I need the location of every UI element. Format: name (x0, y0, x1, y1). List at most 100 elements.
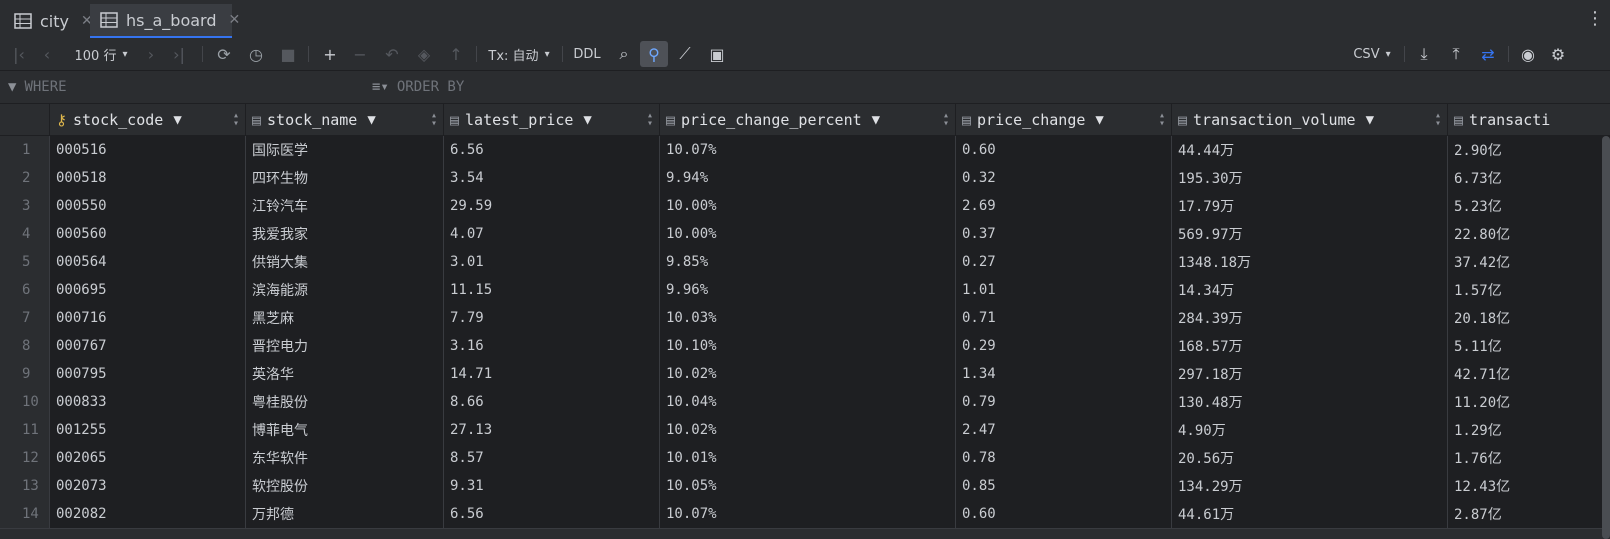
column-header-transaction-volume[interactable]: ▤ transaction_volume ▼ ▴ ▾ (1172, 104, 1448, 135)
cell-stock-name[interactable]: 万邦德 (246, 500, 444, 528)
cell-transaction-amount[interactable]: 1.57亿 (1448, 276, 1610, 304)
table-row[interactable]: 10 000833 粤桂股份 8.66 10.04% 0.79 130.48万 11.20亿 (0, 388, 1610, 417)
cell-price-change[interactable]: 0.60 (956, 500, 1172, 528)
prev-page-icon[interactable]: ‹ (36, 38, 58, 70)
cell-transaction-volume[interactable]: 195.30万 (1172, 164, 1448, 192)
cell-stock-name[interactable]: 粤桂股份 (246, 388, 444, 416)
cell-price-change-percent[interactable]: 10.02% (660, 360, 956, 388)
cell-price-change-percent[interactable]: 10.00% (660, 192, 956, 220)
cell-stock-code[interactable]: 002073 (50, 472, 246, 500)
cell-transaction-amount[interactable]: 1.29亿 (1448, 416, 1610, 444)
cell-stock-code[interactable]: 000767 (50, 332, 246, 360)
cell-price-change[interactable]: 0.71 (956, 304, 1172, 332)
cell-stock-name[interactable]: 博菲电气 (246, 416, 444, 444)
cell-latest-price[interactable]: 6.56 (444, 500, 660, 528)
cell-price-change[interactable]: 0.85 (956, 472, 1172, 500)
cell-latest-price[interactable]: 3.54 (444, 164, 660, 192)
cell-transaction-volume[interactable]: 44.44万 (1172, 136, 1448, 164)
cell-transaction-amount[interactable]: 1.76亿 (1448, 444, 1610, 472)
cell-price-change[interactable]: 0.29 (956, 332, 1172, 360)
cell-stock-name[interactable]: 江铃汽车 (246, 192, 444, 220)
search-icon[interactable]: ⌕ (612, 38, 636, 70)
cell-transaction-volume[interactable]: 297.18万 (1172, 360, 1448, 388)
cell-price-change[interactable]: 0.60 (956, 136, 1172, 164)
cell-price-change-percent[interactable]: 9.94% (660, 164, 956, 192)
transaction-mode-dropdown[interactable]: Tx: 自动 ▾ (486, 38, 552, 70)
rows-limit-dropdown[interactable]: 100 行 ▾ (68, 38, 134, 70)
last-page-icon[interactable]: ›| (168, 38, 190, 70)
cell-stock-code[interactable]: 000795 (50, 360, 246, 388)
sort-icon[interactable]: ▴ ▾ (431, 110, 437, 128)
cell-stock-name[interactable]: 滨海能源 (246, 276, 444, 304)
cell-price-change-percent[interactable]: 10.03% (660, 304, 956, 332)
cell-stock-name[interactable]: 黑芝麻 (246, 304, 444, 332)
tab-city[interactable]: city ✕ (4, 4, 93, 38)
cell-price-change[interactable]: 0.79 (956, 388, 1172, 416)
column-filter-icon[interactable]: ▼ (173, 112, 181, 128)
ddl-button[interactable]: DDL (570, 38, 604, 70)
tab-hs-a-board[interactable]: hs_a_board ✕ (90, 4, 240, 38)
upload-icon[interactable]: ⤒ (1444, 38, 1468, 70)
cell-transaction-volume[interactable]: 130.48万 (1172, 388, 1448, 416)
table-row[interactable]: 2 000518 四环生物 3.54 9.94% 0.32 195.30万 6.73亿 (0, 164, 1610, 193)
cell-transaction-volume[interactable]: 134.29万 (1172, 472, 1448, 500)
table-row[interactable]: 1 000516 国际医学 6.56 10.07% 0.60 44.44万 2.90亿 (0, 136, 1610, 165)
cell-latest-price[interactable]: 29.59 (444, 192, 660, 220)
sort-icon[interactable]: ▴ ▾ (1435, 110, 1441, 128)
cell-transaction-amount[interactable]: 6.73亿 (1448, 164, 1610, 192)
cell-stock-name[interactable]: 四环生物 (246, 164, 444, 192)
vertical-scrollbar[interactable] (1602, 136, 1610, 539)
cell-stock-code[interactable]: 000716 (50, 304, 246, 332)
cell-transaction-volume[interactable]: 1348.18万 (1172, 248, 1448, 276)
close-icon[interactable]: ✕ (228, 12, 240, 28)
next-page-icon[interactable]: › (140, 38, 162, 70)
cell-transaction-volume[interactable]: 284.39万 (1172, 304, 1448, 332)
column-header-price-change-percent[interactable]: ▤ price_change_percent ▼ ▴ ▾ (660, 104, 956, 135)
cell-price-change-percent[interactable]: 10.10% (660, 332, 956, 360)
sort-icon[interactable]: ▴ ▾ (943, 110, 949, 128)
cell-latest-price[interactable]: 3.01 (444, 248, 660, 276)
cell-latest-price[interactable]: 11.15 (444, 276, 660, 304)
cell-price-change[interactable]: 2.47 (956, 416, 1172, 444)
push-icon[interactable]: ↑ (444, 38, 468, 70)
reload-icon[interactable]: ⟳ (212, 38, 236, 70)
cell-price-change[interactable]: 2.69 (956, 192, 1172, 220)
cell-stock-code[interactable]: 000833 (50, 388, 246, 416)
cell-price-change-percent[interactable]: 10.05% (660, 472, 956, 500)
table-row[interactable]: 9 000795 英洛华 14.71 10.02% 1.34 297.18万 42.71亿 (0, 360, 1610, 389)
cell-stock-name[interactable]: 国际医学 (246, 136, 444, 164)
column-header-stock-code[interactable]: ⚷ stock_code ▼ ▴ ▾ (50, 104, 246, 135)
cell-transaction-volume[interactable]: 17.79万 (1172, 192, 1448, 220)
cell-transaction-amount[interactable]: 2.90亿 (1448, 136, 1610, 164)
sort-icon[interactable]: ▴ ▾ (233, 110, 239, 128)
cell-latest-price[interactable]: 27.13 (444, 416, 660, 444)
cell-price-change-percent[interactable]: 10.04% (660, 388, 956, 416)
cell-transaction-amount[interactable]: 5.11亿 (1448, 332, 1610, 360)
cell-latest-price[interactable]: 6.56 (444, 136, 660, 164)
where-filter-input[interactable]: ▼ WHERE (8, 71, 364, 103)
cell-transaction-volume[interactable]: 20.56万 (1172, 444, 1448, 472)
cell-price-change-percent[interactable]: 10.02% (660, 416, 956, 444)
table-row[interactable]: 11 001255 博菲电气 27.13 10.02% 2.47 4.90万 1.29亿 (0, 416, 1610, 445)
cell-stock-name[interactable]: 我爱我家 (246, 220, 444, 248)
cell-transaction-amount[interactable]: 11.20亿 (1448, 388, 1610, 416)
column-filter-icon[interactable]: ▼ (583, 112, 591, 128)
cell-price-change[interactable]: 0.78 (956, 444, 1172, 472)
cell-price-change-percent[interactable]: 10.01% (660, 444, 956, 472)
view-icon[interactable]: ◉ (1516, 38, 1540, 70)
cell-transaction-amount[interactable]: 5.23亿 (1448, 192, 1610, 220)
table-row[interactable]: 3 000550 江铃汽车 29.59 10.00% 2.69 17.79万 5.23亿 (0, 192, 1610, 221)
cell-stock-name[interactable]: 英洛华 (246, 360, 444, 388)
table-row[interactable]: 12 002065 东华软件 8.57 10.01% 0.78 20.56万 1.76亿 (0, 444, 1610, 473)
cell-price-change-percent[interactable]: 10.07% (660, 136, 956, 164)
sort-icon[interactable]: ▴ ▾ (1159, 110, 1165, 128)
cell-latest-price[interactable]: 4.07 (444, 220, 660, 248)
table-row[interactable]: 5 000564 供销大集 3.01 9.85% 0.27 1348.18万 37.42亿 (0, 248, 1610, 277)
cell-stock-code[interactable]: 000550 (50, 192, 246, 220)
column-header-latest-price[interactable]: ▤ latest_price ▼ ▴ ▾ (444, 104, 660, 135)
cell-transaction-volume[interactable]: 14.34万 (1172, 276, 1448, 304)
cell-price-change[interactable]: 1.01 (956, 276, 1172, 304)
column-header-stock-name[interactable]: ▤ stock_name ▼ ▴ ▾ (246, 104, 444, 135)
cell-stock-code[interactable]: 002082 (50, 500, 246, 528)
table-row[interactable]: 6 000695 滨海能源 11.15 9.96% 1.01 14.34万 1.57亿 (0, 276, 1610, 305)
